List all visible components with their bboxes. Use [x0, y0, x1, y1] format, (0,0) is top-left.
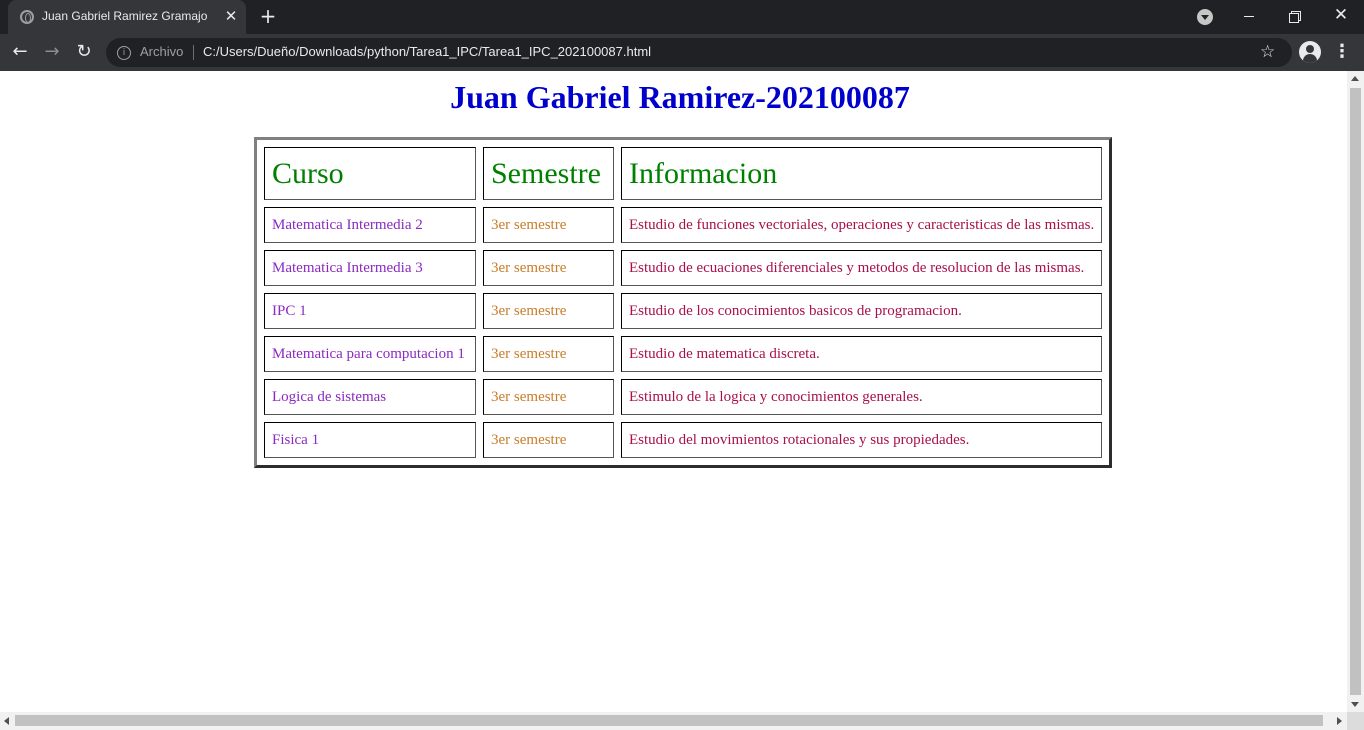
header-semestre: Semestre — [483, 147, 614, 200]
menu-icon[interactable]: ⋮ — [1333, 41, 1351, 63]
cell-semestre: 3er semestre — [483, 207, 614, 243]
cell-informacion: Estudio de los conocimientos basicos de … — [621, 293, 1103, 329]
cell-curso: Matematica Intermedia 3 — [264, 250, 476, 286]
tab-search-icon[interactable] — [1197, 9, 1213, 25]
page-viewport: Juan Gabriel Ramirez-202100087 Curso Sem… — [0, 71, 1347, 712]
horizontal-scrollbar[interactable] — [0, 712, 1347, 730]
scroll-down-icon[interactable] — [1351, 702, 1359, 707]
profile-icon[interactable] — [1299, 41, 1321, 63]
window-close-icon[interactable]: ✕ — [1332, 6, 1350, 24]
back-icon[interactable]: ← — [9, 41, 31, 63]
url-text[interactable]: C:/Users/Dueño/Downloads/python/Tarea1_I… — [203, 44, 651, 59]
scroll-up-icon[interactable] — [1351, 76, 1359, 81]
cell-semestre: 3er semestre — [483, 250, 614, 286]
cell-curso: Matematica para computacion 1 — [264, 336, 476, 372]
info-icon[interactable]: i — [117, 46, 131, 60]
header-curso: Curso — [264, 147, 476, 200]
star-icon[interactable]: ☆ — [1260, 41, 1275, 63]
address-bar[interactable]: i Archivo C:/Users/Dueño/Downloads/pytho… — [106, 38, 1292, 67]
cell-informacion: Estudio de ecuaciones diferenciales y me… — [621, 250, 1103, 286]
cell-curso: Logica de sistemas — [264, 379, 476, 415]
forward-icon[interactable]: → — [41, 41, 63, 63]
table-row: Logica de sistemas 3er semestre Estimulo… — [264, 379, 1103, 415]
restore-icon[interactable] — [1286, 8, 1304, 26]
cell-semestre: 3er semestre — [483, 379, 614, 415]
security-chip-label[interactable]: Archivo — [140, 44, 183, 59]
table-row: Matematica Intermedia 3 3er semestre Est… — [264, 250, 1103, 286]
cell-semestre: 3er semestre — [483, 336, 614, 372]
globe-icon — [20, 10, 34, 24]
cell-curso: IPC 1 — [264, 293, 476, 329]
cell-semestre: 3er semestre — [483, 422, 614, 458]
table-row: IPC 1 3er semestre Estudio de los conoci… — [264, 293, 1103, 329]
plus-icon[interactable]: + — [258, 6, 278, 26]
vertical-scroll-thumb[interactable] — [1350, 88, 1361, 695]
close-icon[interactable]: ✕ — [222, 7, 240, 25]
table-header-row: Curso Semestre Informacion — [264, 147, 1103, 200]
title-bar: Juan Gabriel Ramirez Gramajo ✕ + ✕ — [0, 0, 1364, 34]
scroll-left-icon[interactable] — [4, 717, 9, 725]
cell-informacion: Estudio de matematica discreta. — [621, 336, 1103, 372]
browser-toolbar: ← → ↻ i Archivo C:/Users/Dueño/Downloads… — [0, 34, 1364, 71]
vertical-scrollbar[interactable] — [1347, 71, 1364, 712]
minimize-icon[interactable] — [1240, 8, 1258, 26]
cell-informacion: Estudio de funciones vectoriales, operac… — [621, 207, 1103, 243]
cell-curso: Matematica Intermedia 2 — [264, 207, 476, 243]
cell-curso: Fisica 1 — [264, 422, 476, 458]
cell-informacion: Estimulo de la logica y conocimientos ge… — [621, 379, 1103, 415]
chip-divider — [193, 45, 194, 60]
table-row: Fisica 1 3er semestre Estudio del movimi… — [264, 422, 1103, 458]
scroll-right-icon[interactable] — [1337, 717, 1342, 725]
browser-tab[interactable]: Juan Gabriel Ramirez Gramajo ✕ — [8, 0, 246, 34]
reload-icon[interactable]: ↻ — [73, 41, 95, 63]
courses-table: Curso Semestre Informacion Matematica In… — [254, 137, 1113, 468]
scrollbar-corner — [1347, 712, 1364, 730]
tab-title: Juan Gabriel Ramirez Gramajo — [42, 9, 208, 23]
page-title: Juan Gabriel Ramirez-202100087 — [450, 79, 910, 115]
header-informacion: Informacion — [621, 147, 1103, 200]
table-row: Matematica para computacion 1 3er semest… — [264, 336, 1103, 372]
cell-informacion: Estudio del movimientos rotacionales y s… — [621, 422, 1103, 458]
horizontal-scroll-thumb[interactable] — [15, 715, 1323, 726]
table-row: Matematica Intermedia 2 3er semestre Est… — [264, 207, 1103, 243]
cell-semestre: 3er semestre — [483, 293, 614, 329]
